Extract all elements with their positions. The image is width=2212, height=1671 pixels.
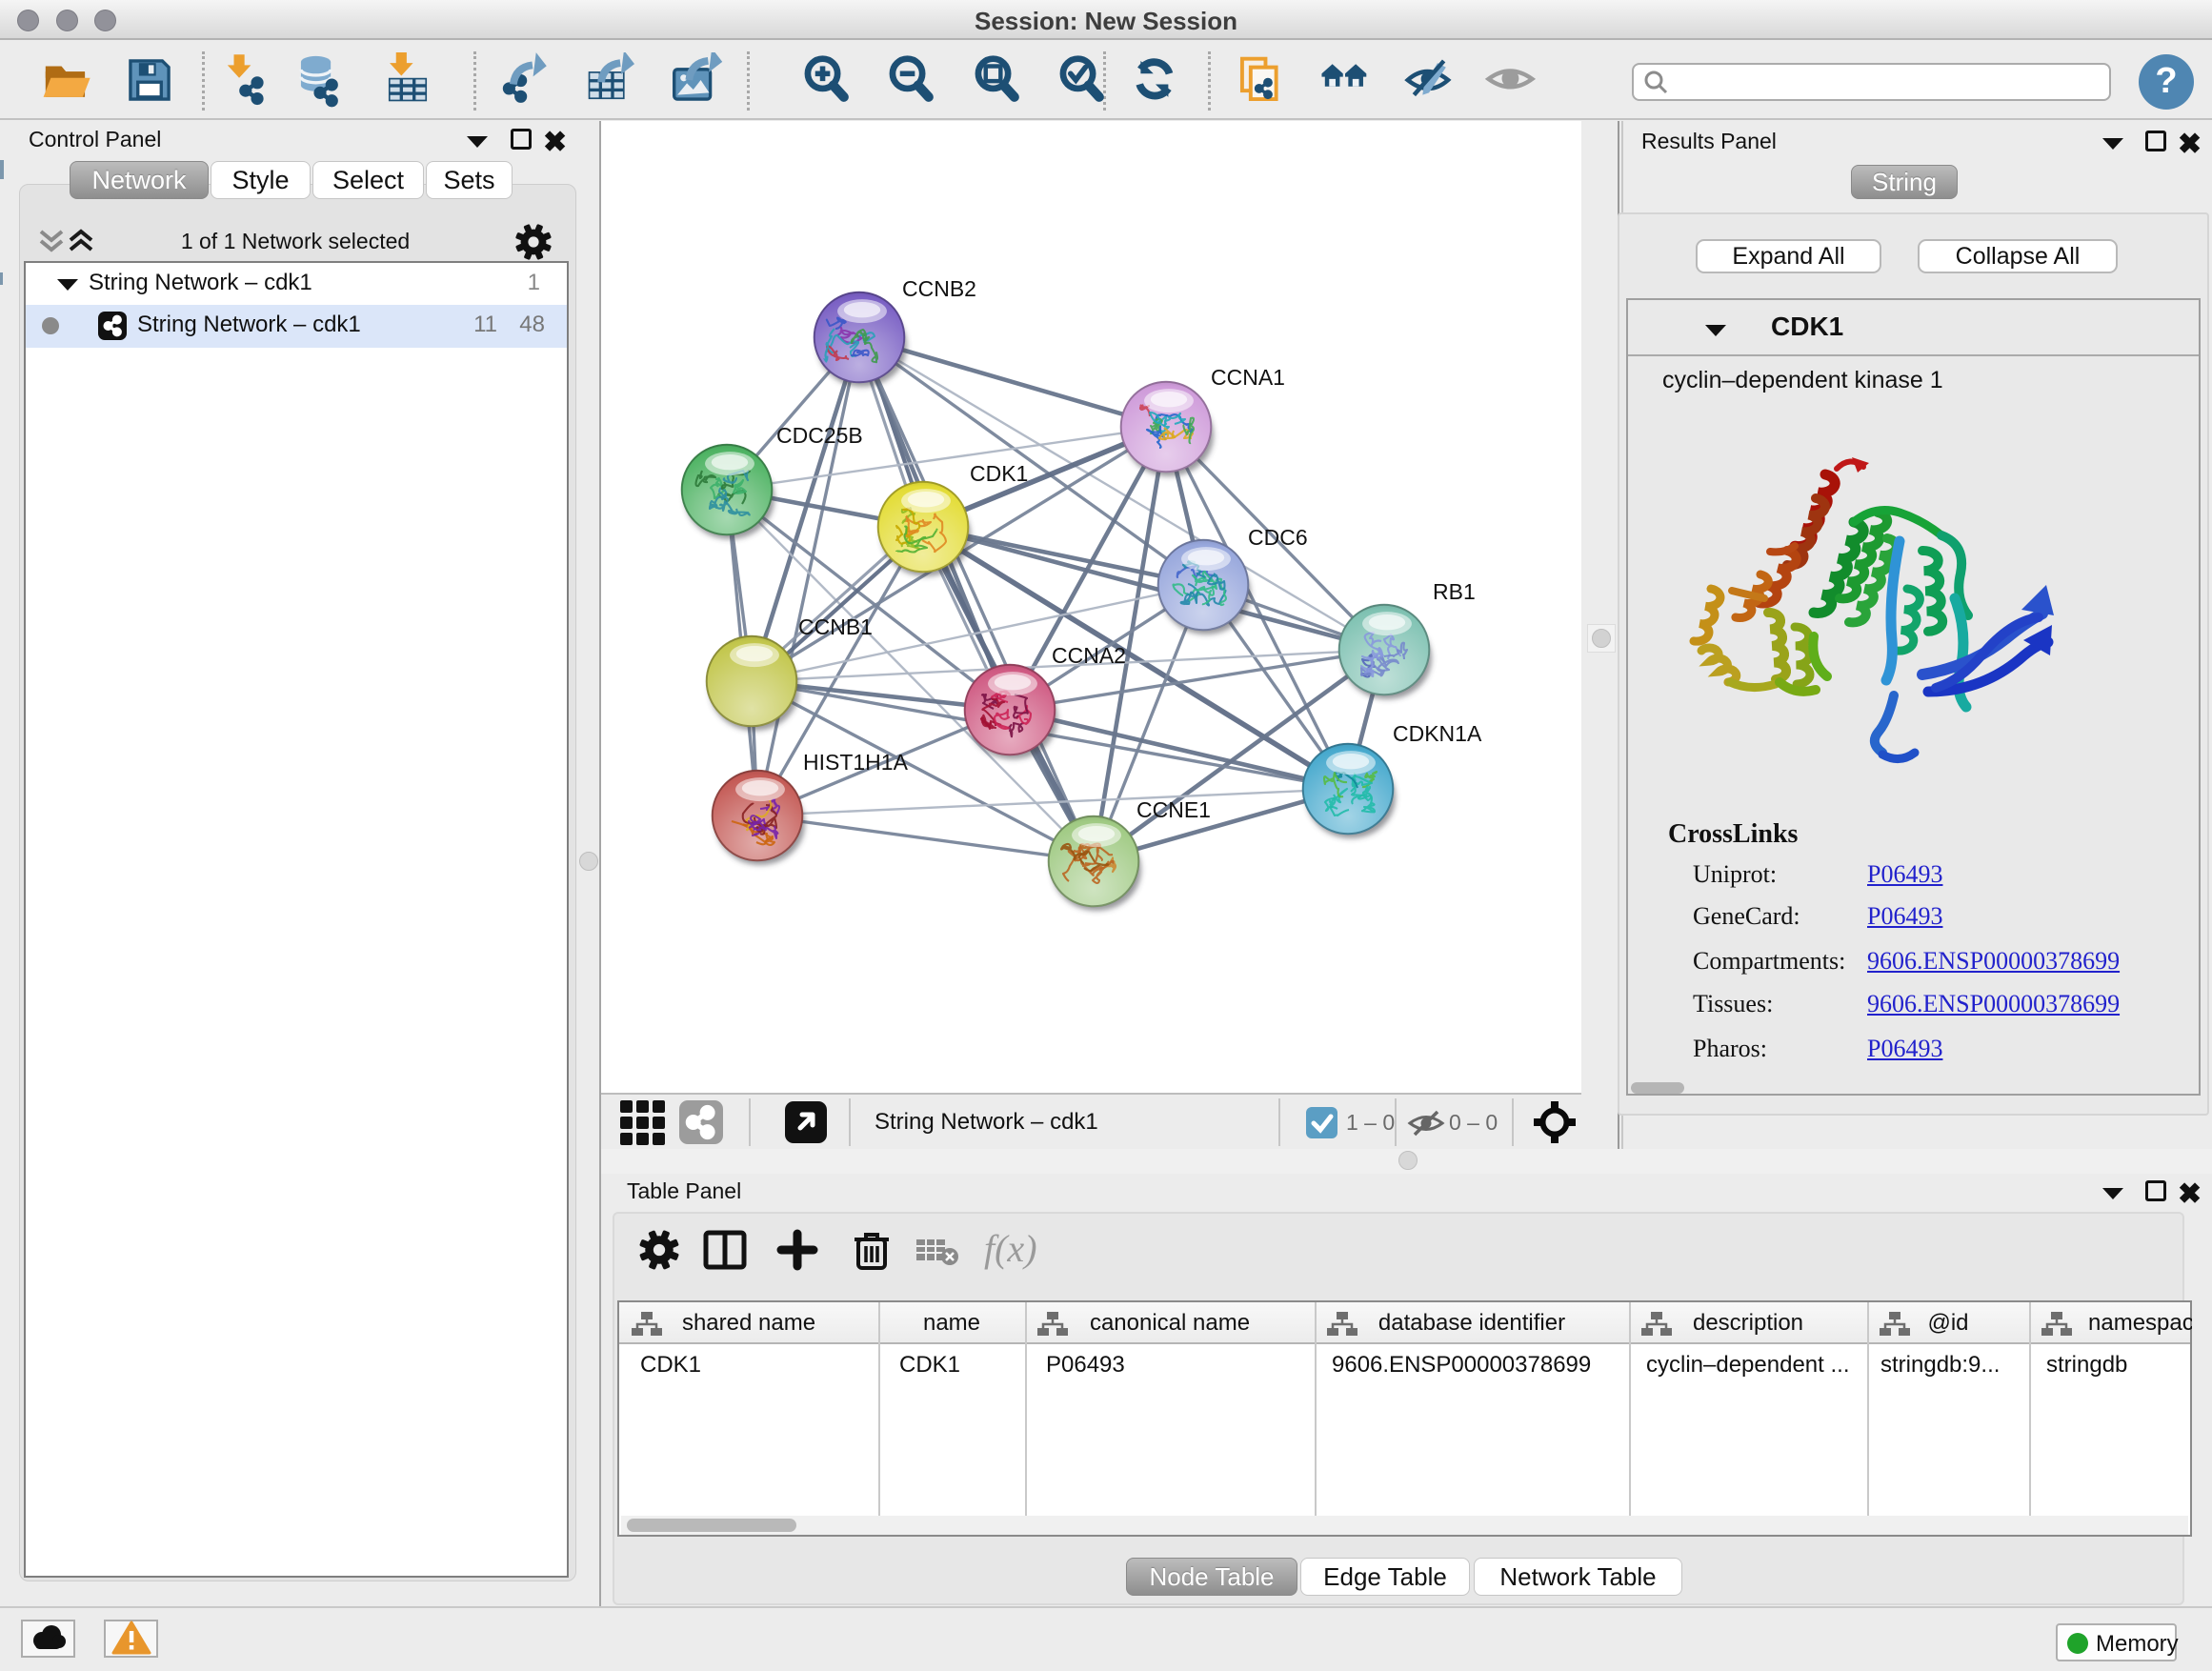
svg-text:RB1: RB1 xyxy=(1433,579,1476,604)
svg-text:CCNB2: CCNB2 xyxy=(902,276,976,301)
svg-text:CDC25B: CDC25B xyxy=(776,423,863,448)
svg-text:CDC6: CDC6 xyxy=(1248,525,1308,550)
svg-text:CDK1: CDK1 xyxy=(970,461,1028,486)
svg-text:HIST1H1A: HIST1H1A xyxy=(803,750,909,775)
svg-text:CCNA1: CCNA1 xyxy=(1211,365,1285,390)
svg-text:CCNB1: CCNB1 xyxy=(798,614,873,639)
svg-text:CCNA2: CCNA2 xyxy=(1052,643,1126,668)
svg-text:CDKN1A: CDKN1A xyxy=(1393,721,1482,746)
svg-text:CCNE1: CCNE1 xyxy=(1136,797,1211,822)
